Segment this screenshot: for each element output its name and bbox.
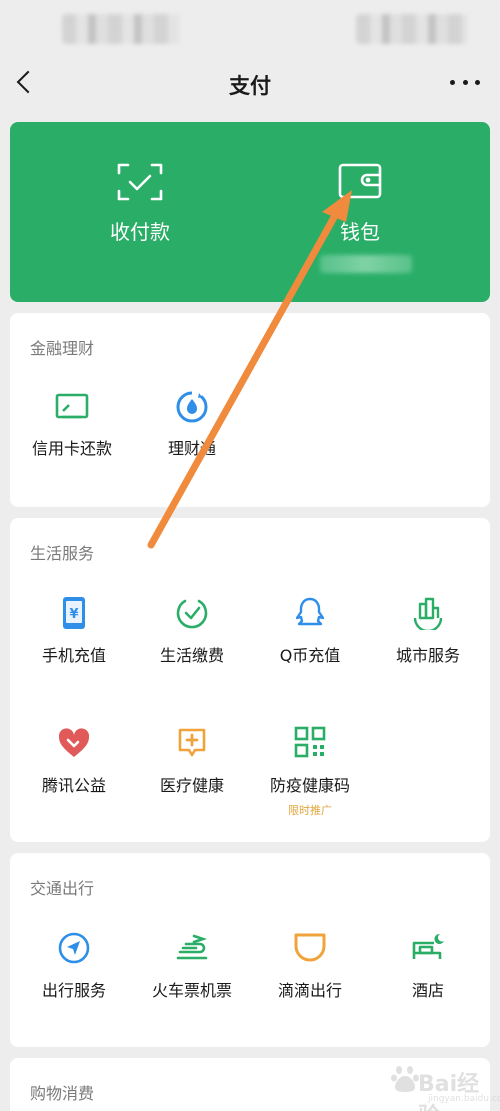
didi-icon [294, 933, 326, 962]
wallet-label: 钱包 [340, 220, 380, 244]
phone-topup-label: 手机充值 [41, 646, 106, 665]
utility-bills-label: 生活缴费 [159, 646, 224, 665]
finance-section: 金融理财 信用卡还款 理财通 [10, 313, 490, 507]
qq-coin-topup-button[interactable]: Q币充值 [250, 596, 370, 666]
utility-bills-button[interactable]: 生活缴费 [132, 596, 252, 666]
credit-card-repayment-button[interactable]: 信用卡还款 [12, 391, 132, 459]
qq-coin-topup-label: Q币充值 [279, 646, 341, 665]
scan-check-icon [117, 163, 163, 201]
travel-services-label: 出行服务 [41, 981, 106, 1000]
health-code-icon [294, 726, 326, 758]
page-title: 支付 [229, 74, 271, 98]
wallet-button[interactable]: 钱包 [280, 162, 440, 245]
promo-tag: 限时推广 [288, 804, 332, 817]
wallet-balance-blurred [320, 255, 412, 273]
wealth-management-button[interactable]: 理财通 [132, 391, 252, 459]
payment-hero-panel: 收付款 钱包 [10, 122, 490, 302]
tencent-charity-button[interactable]: 腾讯公益 [14, 726, 134, 796]
phone-topup-icon: ¥ [63, 597, 85, 629]
status-bar-blurred-left [62, 14, 180, 44]
medical-health-label: 医疗健康 [159, 776, 224, 795]
wealth-icon [176, 391, 208, 423]
medical-health-button[interactable]: 医疗健康 [132, 726, 252, 796]
receive-pay-label: 收付款 [110, 220, 170, 244]
shopping-section-title: 购物消费 [30, 1084, 95, 1103]
charity-icon [58, 728, 90, 757]
utility-bills-icon [176, 599, 208, 629]
city-services-icon [413, 597, 443, 630]
receive-pay-button[interactable]: 收付款 [60, 162, 220, 245]
wallet-icon [338, 163, 382, 199]
watermark-logo: Bai经验 jingyan.baidu.com [388, 1058, 500, 1111]
tencent-charity-label: 腾讯公益 [41, 776, 106, 795]
svg-text:¥: ¥ [69, 607, 78, 622]
status-bar [0, 0, 500, 58]
medical-icon [178, 728, 206, 757]
credit-card-icon [55, 393, 89, 419]
health-code-label: 防疫健康码 [269, 776, 350, 795]
city-services-label: 城市服务 [395, 646, 460, 665]
phone-topup-button[interactable]: ¥ 手机充值 [14, 596, 134, 666]
hotel-icon [412, 933, 444, 959]
didi-label: 滴滴出行 [277, 981, 342, 1000]
travel-services-icon [58, 932, 90, 964]
travel-services-button[interactable]: 出行服务 [14, 931, 134, 1001]
hotel-label: 酒店 [411, 981, 444, 1000]
nav-bar: 支付 [0, 58, 500, 106]
status-bar-blurred-right [356, 14, 468, 44]
city-services-button[interactable]: 城市服务 [368, 596, 488, 666]
credit-card-repayment-label: 信用卡还款 [31, 439, 112, 458]
didi-button[interactable]: 滴滴出行 [250, 931, 370, 1001]
train-plane-icon [176, 934, 208, 960]
qq-coin-icon [295, 597, 325, 626]
transport-section: 交通出行 出行服务 火车票机票 滴滴出行 酒店 [10, 853, 490, 1047]
finance-section-title: 金融理财 [30, 339, 95, 358]
life-services-section: 生活服务 ¥ 手机充值 生活缴费 Q币充值 城市服务 腾讯公益 医疗健康 防疫健… [10, 518, 490, 842]
life-services-section-title: 生活服务 [30, 544, 95, 563]
health-code-button[interactable]: 防疫健康码 限时推广 [250, 726, 370, 818]
wealth-management-label: 理财通 [167, 439, 216, 458]
more-options-icon[interactable] [450, 70, 480, 94]
train-plane-tickets-label: 火车票机票 [151, 981, 232, 1000]
hotel-button[interactable]: 酒店 [368, 931, 488, 1001]
transport-section-title: 交通出行 [30, 879, 95, 898]
train-plane-tickets-button[interactable]: 火车票机票 [132, 931, 252, 1001]
